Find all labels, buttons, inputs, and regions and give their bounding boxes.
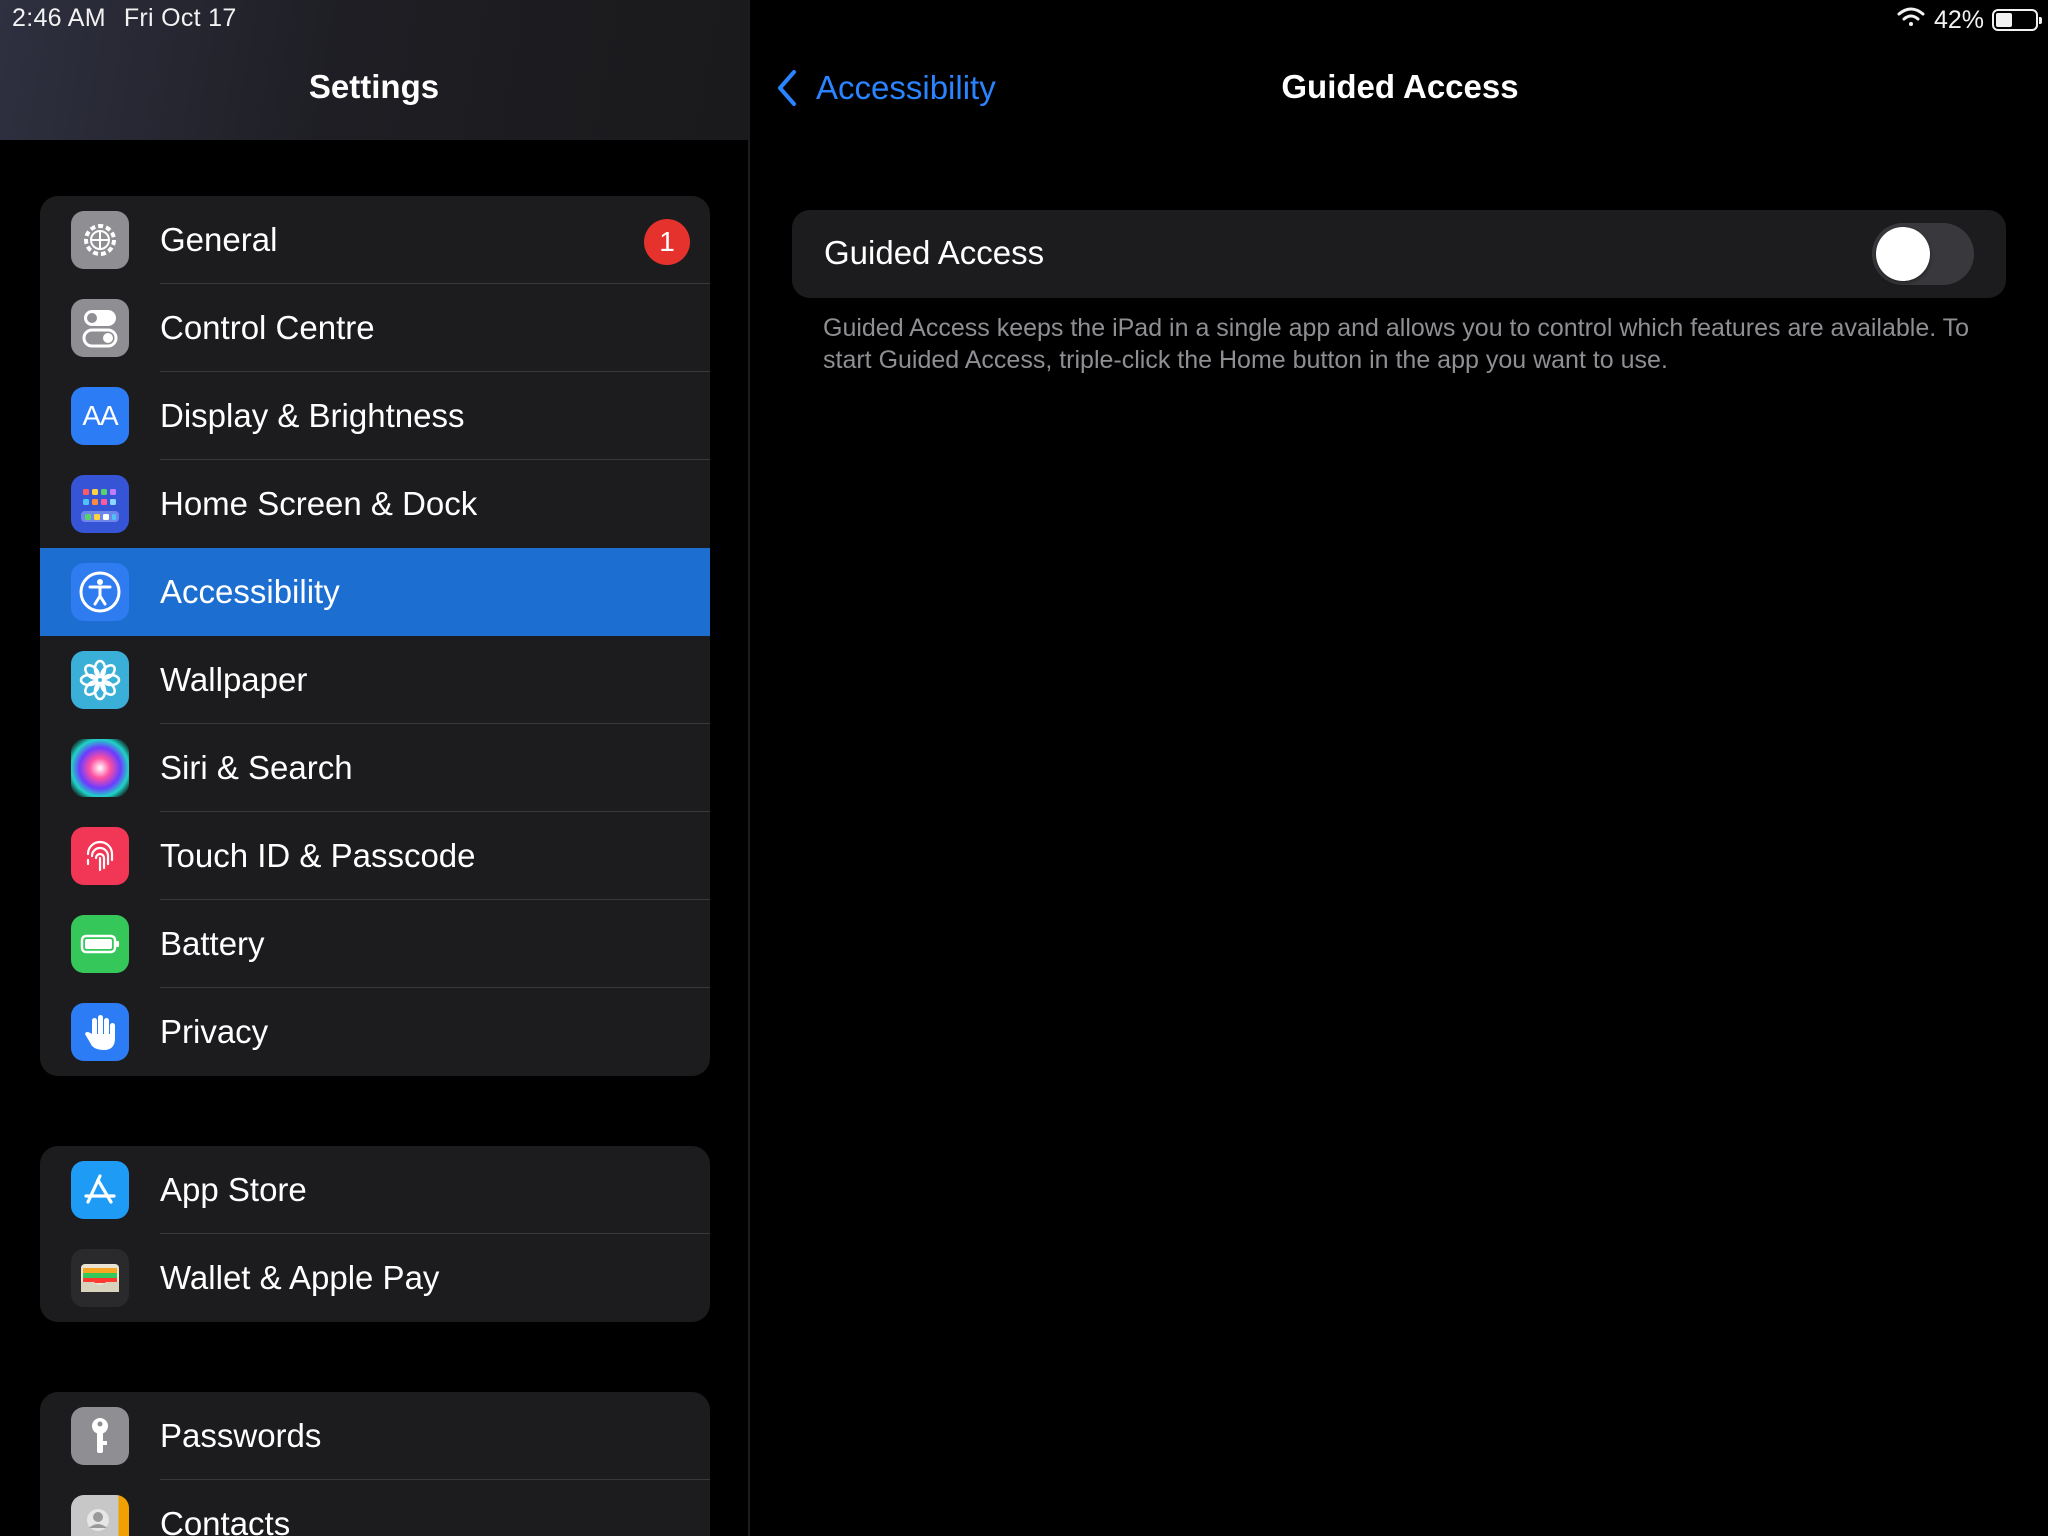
status-bar-right: 42%: [1896, 4, 2042, 36]
app-store-icon: [71, 1161, 129, 1219]
sidebar-item-accessibility[interactable]: Accessibility: [40, 548, 710, 636]
settings-group-main: General 1 Control Centre AA Display & Br…: [40, 196, 710, 1076]
gear-icon: [71, 211, 129, 269]
sidebar-item-label: Passwords: [160, 1417, 322, 1454]
notification-badge: 1: [644, 219, 690, 265]
settings-group-accounts: Passwords Contacts: [40, 1392, 710, 1536]
setting-label: Guided Access: [824, 234, 1045, 271]
sidebar-item-label: Contacts: [160, 1505, 291, 1536]
battery-icon: [71, 915, 129, 973]
sidebar-item-label: Wallet & Apple Pay: [160, 1259, 440, 1296]
sidebar-item-label: Touch ID & Passcode: [160, 837, 476, 874]
sidebar-item-display-brightness[interactable]: AA Display & Brightness: [40, 372, 710, 460]
sidebar-item-label: Accessibility: [160, 573, 340, 610]
sidebar-item-passwords[interactable]: Passwords: [40, 1392, 710, 1480]
status-date: Fri Oct 17: [123, 4, 237, 32]
key-icon: [71, 1407, 129, 1465]
back-button-label: Accessibility: [816, 69, 996, 106]
sidebar-item-battery[interactable]: Battery: [40, 900, 710, 988]
sidebar-item-general[interactable]: General 1: [40, 196, 710, 284]
sidebar-item-label: Display & Brightness: [160, 397, 465, 434]
fingerprint-icon: [71, 827, 129, 885]
app-grid-icon: [71, 475, 129, 533]
sidebar-item-label: App Store: [160, 1171, 307, 1208]
wallet-icon: [71, 1249, 129, 1307]
sidebar-item-wallet-apple-pay[interactable]: Wallet & Apple Pay: [40, 1234, 710, 1322]
battery-level-fill: [1996, 13, 2012, 27]
accessibility-icon: [71, 563, 129, 621]
back-button[interactable]: Accessibility: [776, 66, 996, 110]
settings-sidebar: Settings General 1 Control Centre AA Dis…: [0, 0, 750, 1536]
switches-icon: [71, 299, 129, 357]
settings-group-store: App Store Wallet & Apple Pay: [40, 1146, 710, 1322]
sidebar-item-label: Battery: [160, 925, 265, 962]
text-size-icon: AA: [71, 387, 129, 445]
sidebar-item-label: General: [160, 221, 278, 258]
contacts-icon: [71, 1495, 129, 1536]
toggle-knob: [1876, 227, 1930, 281]
sidebar-item-contacts[interactable]: Contacts: [40, 1480, 710, 1536]
battery-status-icon: [1992, 9, 2042, 31]
chevron-left-icon: [776, 66, 816, 110]
sidebar-item-siri-search[interactable]: Siri & Search: [40, 724, 710, 812]
sidebar-item-label: Control Centre: [160, 309, 375, 346]
status-time: 2:46 AM: [12, 4, 106, 32]
hand-icon: [71, 1003, 129, 1061]
sidebar-item-label: Wallpaper: [160, 661, 308, 698]
sidebar-item-home-screen-dock[interactable]: Home Screen & Dock: [40, 460, 710, 548]
status-bar-left: 2:46 AM Fri Oct 17: [12, 4, 237, 33]
guided-access-toggle[interactable]: [1872, 223, 1974, 285]
guided-access-setting-row: Guided Access: [792, 210, 2006, 298]
sidebar-item-label: Home Screen & Dock: [160, 485, 478, 522]
sidebar-item-label: Privacy: [160, 1013, 269, 1050]
sidebar-item-touch-id-passcode[interactable]: Touch ID & Passcode: [40, 812, 710, 900]
wifi-icon: [1896, 5, 1926, 36]
sidebar-item-app-store[interactable]: App Store: [40, 1146, 710, 1234]
sidebar-item-control-centre[interactable]: Control Centre: [40, 284, 710, 372]
flower-icon: [71, 651, 129, 709]
battery-percentage: 42%: [1933, 5, 1984, 34]
siri-icon: [71, 739, 129, 797]
sidebar-item-label: Siri & Search: [160, 749, 353, 786]
sidebar-item-wallpaper[interactable]: Wallpaper: [40, 636, 710, 724]
sidebar-title: Settings: [308, 68, 440, 105]
page-title: Guided Access: [1281, 68, 1519, 105]
sidebar-item-privacy[interactable]: Privacy: [40, 988, 710, 1076]
setting-footnote: Guided Access keeps the iPad in a single…: [823, 314, 1970, 374]
